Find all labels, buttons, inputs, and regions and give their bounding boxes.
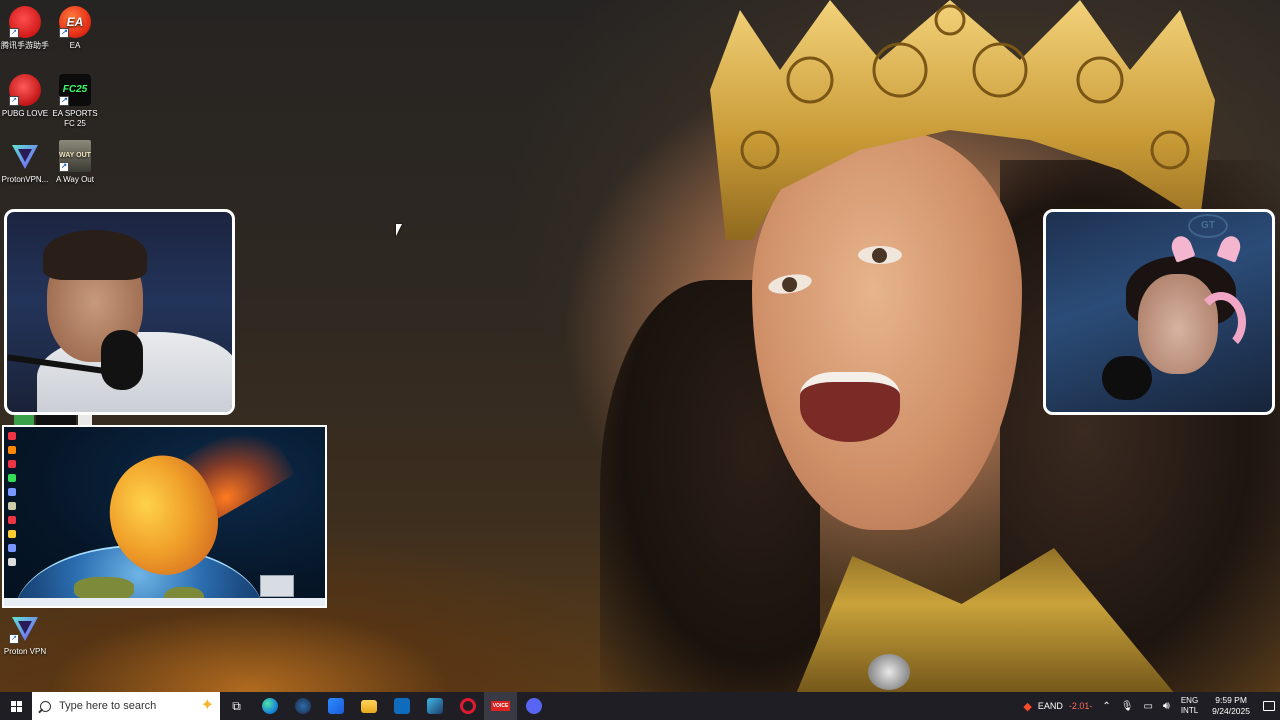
stock-widget[interactable]: ◆ EAND -2.01- xyxy=(1018,700,1097,713)
desktop-icon-label: ProtonVPN... xyxy=(1,175,49,184)
steam-icon xyxy=(294,698,311,714)
stock-trend-icon: ◆ xyxy=(1023,700,1032,713)
stock-change: -2.01- xyxy=(1068,701,1093,711)
shortcut-arrow-icon: ↗ xyxy=(59,28,69,38)
desktop-icon-a-way-out[interactable]: WAY OUT ↗ A Way Out xyxy=(50,140,100,185)
fc25-logo-text: FC25 xyxy=(62,84,88,95)
system-tray: ◆ EAND -2.01- ⌃ 🎙︎ ▭ 🔊︎ ENG INTL 9:59 PM… xyxy=(1018,692,1280,720)
opera-button[interactable] xyxy=(451,692,484,720)
file-explorer-button[interactable] xyxy=(352,692,385,720)
desktop-icon-pubg-love[interactable]: ↗ PUBG LOVE xyxy=(0,74,50,119)
clock-date: 9/24/2025 xyxy=(1212,706,1250,716)
taskbar: Type here to search ✦ ⧉ VOICE ◆ EAND -2.… xyxy=(0,692,1280,720)
network-tray[interactable]: ▭ xyxy=(1138,701,1157,712)
voicemeeter-icon: VOICE xyxy=(490,701,511,711)
mini-popup xyxy=(260,575,294,597)
clock-time: 9:59 PM xyxy=(1215,695,1247,705)
search-icon xyxy=(40,700,51,712)
app-icon xyxy=(426,698,443,714)
desktop-icon-tencent[interactable]: ↗ 腾讯手游助手 xyxy=(0,6,50,51)
microphone-icon: 🎙︎ xyxy=(1120,700,1134,712)
volume-tray[interactable]: 🔊︎ xyxy=(1158,700,1175,713)
store-button[interactable] xyxy=(319,692,352,720)
search-placeholder: Type here to search xyxy=(59,700,157,712)
microphone xyxy=(101,330,143,390)
shortcut-arrow-icon: ↗ xyxy=(9,28,19,38)
network-icon: ▭ xyxy=(1143,700,1153,712)
notification-center-button[interactable] xyxy=(1258,692,1280,720)
microphone-tray[interactable]: 🎙︎ xyxy=(1116,701,1139,712)
outlook-button[interactable] xyxy=(385,692,418,720)
discord-button[interactable] xyxy=(517,692,550,720)
webcam-overlay-right: GT xyxy=(1043,209,1275,415)
mini-desktop-icons xyxy=(6,429,30,599)
shortcut-arrow-icon: ↗ xyxy=(59,96,69,106)
start-button[interactable] xyxy=(0,692,32,720)
proton-vpn-icon: ↗ xyxy=(9,612,41,644)
desktop-icon-label: Proton VPN xyxy=(3,647,47,656)
taskbar-search-box[interactable]: Type here to search ✦ xyxy=(32,692,220,720)
wallpaper-eye xyxy=(858,246,902,264)
app-button[interactable] xyxy=(418,692,451,720)
language-layout: INTL xyxy=(1180,706,1199,715)
pubg-icon: ↗ xyxy=(9,74,41,106)
desktop-icon-label: EA xyxy=(69,41,81,50)
task-view-button[interactable]: ⧉ xyxy=(220,692,253,720)
desktop-icon-ea-sports-fc[interactable]: FC25 ↗ EA SPORTS FC 25 xyxy=(50,74,100,129)
ea-logo-text: EA xyxy=(66,15,84,29)
discord-icon xyxy=(525,698,542,714)
streamer-hair xyxy=(43,230,147,280)
notification-icon xyxy=(1263,701,1275,711)
wallpaper-pendant xyxy=(868,654,910,690)
search-highlight-icon: ✦ xyxy=(200,697,214,714)
wallpaper-mouth xyxy=(800,372,900,442)
shortcut-arrow-icon: ↗ xyxy=(59,162,69,172)
language-code: ENG xyxy=(1180,696,1199,705)
input-language-button[interactable]: ENG INTL xyxy=(1175,696,1204,716)
ea-icon: EA ↗ xyxy=(59,6,91,38)
show-hidden-icons-button[interactable]: ⌃ xyxy=(1097,701,1115,712)
cat-ear-headset xyxy=(1216,233,1244,263)
tencent-icon: ↗ xyxy=(9,6,41,38)
overlay-strip xyxy=(14,412,94,425)
stock-label: EAND xyxy=(1037,701,1063,711)
a-way-out-icon: WAY OUT ↗ xyxy=(59,140,91,172)
windows-logo-icon xyxy=(10,700,22,712)
edge-button[interactable] xyxy=(253,692,286,720)
voicemeeter-button[interactable]: VOICE xyxy=(484,692,517,720)
outlook-icon xyxy=(393,698,410,714)
edge-icon xyxy=(261,698,278,714)
speaker-icon: 🔊︎ xyxy=(1162,699,1170,712)
desktop-icon-protonvpn[interactable]: ProtonVPN... xyxy=(0,140,50,185)
chevron-up-icon: ⌃ xyxy=(1102,700,1111,712)
task-view-icon: ⧉ xyxy=(232,698,241,713)
store-icon xyxy=(327,698,344,714)
wallpaper-crown xyxy=(710,0,1215,240)
screen-capture-preview xyxy=(2,425,327,608)
desktop-icon-label: EA SPORTS FC 25 xyxy=(52,109,98,128)
opera-icon xyxy=(459,698,476,714)
mouse-cursor-icon xyxy=(396,224,402,236)
shortcut-arrow-icon: ↗ xyxy=(9,96,19,106)
fc25-icon: FC25 ↗ xyxy=(59,74,91,106)
desktop-icon-label: PUBG LOVE xyxy=(1,109,49,118)
desktop-icon-label: 腾讯手游助手 xyxy=(1,41,49,50)
desktop-icon-proton-vpn[interactable]: ↗ Proton VPN xyxy=(0,612,50,657)
webcam-overlay-left xyxy=(4,209,235,415)
microphone xyxy=(1102,356,1152,400)
team-logo: GT xyxy=(1188,214,1228,238)
steam-button[interactable] xyxy=(286,692,319,720)
headset xyxy=(1196,292,1246,352)
clock[interactable]: 9:59 PM 9/24/2025 xyxy=(1204,695,1258,717)
file-explorer-icon xyxy=(360,699,377,713)
desktop-icon-ea[interactable]: EA ↗ EA xyxy=(50,6,100,51)
mini-taskbar xyxy=(4,598,325,606)
proton-vpn-icon xyxy=(9,140,41,172)
a-way-out-logo-text: WAY OUT xyxy=(59,152,91,159)
desktop-icon-label: A Way Out xyxy=(56,175,94,184)
shortcut-arrow-icon: ↗ xyxy=(9,634,19,644)
